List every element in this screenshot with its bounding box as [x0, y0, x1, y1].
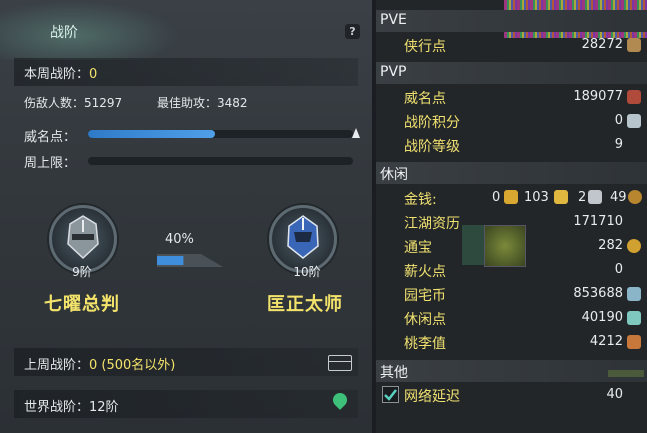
currency-value: 282	[598, 238, 623, 253]
currency-value: 853688	[573, 286, 623, 301]
silver-icon	[588, 190, 602, 204]
currency-label: 战阶积分	[404, 115, 460, 131]
section-pve-title: PVE	[380, 12, 407, 28]
money-gold-ingot: 0	[492, 190, 501, 205]
section-leisure: 休闲	[376, 162, 647, 184]
section-pvp: PVP	[376, 62, 647, 84]
rank-points-icon	[627, 114, 641, 128]
currency-value: 171710	[573, 214, 623, 229]
latency-checkbox[interactable]	[382, 386, 399, 403]
rank-progress-arrow	[157, 254, 223, 267]
panel-title: 战阶	[50, 25, 78, 41]
leisure-icon	[627, 311, 641, 325]
currency-label: 战阶等级	[404, 139, 460, 155]
currency-value: 28272	[581, 37, 623, 52]
section-pve: PVE	[376, 10, 647, 32]
help-icon[interactable]: ?	[345, 24, 360, 39]
weekly-cap-label: 周上限：	[24, 156, 77, 171]
weekly-rank-value: 0	[89, 67, 98, 82]
best-assist: 最佳助攻：3482	[157, 96, 248, 110]
currency-label: 桃李值	[404, 336, 446, 352]
currency-label: 薪火点	[404, 264, 446, 280]
latency-bar	[608, 370, 644, 377]
item-slot-icon[interactable]	[484, 225, 526, 267]
prestige-label: 威名点：	[24, 130, 77, 145]
currency-label: 侠行点	[404, 39, 446, 55]
world-rank: 世界战阶：12阶	[24, 400, 119, 415]
weekly-cap-bar	[88, 157, 353, 165]
currency-label: 通宝	[404, 240, 432, 256]
damage-count: 伤敌人数：51297	[24, 96, 123, 110]
money-gold: 103	[524, 190, 549, 205]
currency-value: 40	[606, 387, 623, 402]
currency-value: 189077	[573, 89, 623, 104]
money-copper: 49	[610, 190, 627, 205]
copper-icon	[628, 190, 642, 204]
house-coin-icon	[627, 287, 641, 301]
money-label: 金钱:	[404, 192, 437, 208]
cap-marker-icon	[352, 128, 360, 138]
section-leisure-title: 休闲	[380, 167, 408, 183]
rank-progress-percent: 40%	[165, 232, 194, 247]
last-week-value: 0 (500名以外)	[89, 358, 176, 373]
weekly-rank-label: 本周战阶：	[24, 67, 90, 82]
current-rank-level: 9阶	[72, 265, 92, 279]
peach-icon	[627, 335, 641, 349]
coin-icon	[627, 239, 641, 253]
currency-value: 0	[614, 262, 623, 277]
item-slot	[462, 225, 484, 265]
currency-label: 园宅币	[404, 288, 446, 304]
gold-icon	[554, 190, 568, 204]
currency-panel: PVE 侠行点 28272 PVP 威名点 189077 战阶积分 0 战阶等级…	[376, 0, 647, 433]
currency-value: 4212	[589, 334, 623, 349]
chest-icon[interactable]	[328, 355, 352, 371]
prestige-bar-fill	[88, 130, 216, 138]
currency-label: 休闲点	[404, 312, 446, 328]
currency-value: 40190	[581, 310, 623, 325]
sword-icon	[627, 38, 641, 52]
section-pvp-title: PVP	[380, 64, 407, 80]
currency-value: 9	[614, 137, 623, 152]
currency-label: 威名点	[404, 91, 446, 107]
gold-ingot-icon	[504, 190, 518, 204]
section-other: 其他	[376, 360, 647, 382]
currency-label: 江湖资历	[404, 216, 460, 232]
current-rank-name: 七曜总判	[44, 294, 120, 315]
prestige-icon	[627, 90, 641, 104]
check-icon	[384, 389, 397, 401]
money-silver: 2	[578, 190, 587, 205]
prestige-bar	[88, 130, 353, 138]
currency-value: 0	[614, 113, 623, 128]
currency-label: 网络延迟	[404, 389, 460, 405]
section-other-title: 其他	[380, 365, 408, 381]
next-rank-name: 匡正太师	[267, 294, 343, 315]
last-week-label: 上周战阶：	[24, 358, 90, 373]
next-rank-level: 10阶	[293, 265, 321, 279]
rank-panel: 战阶 ? 本周战阶：0 伤敌人数：51297 最佳助攻：3482 威名点： 周上…	[0, 0, 372, 433]
